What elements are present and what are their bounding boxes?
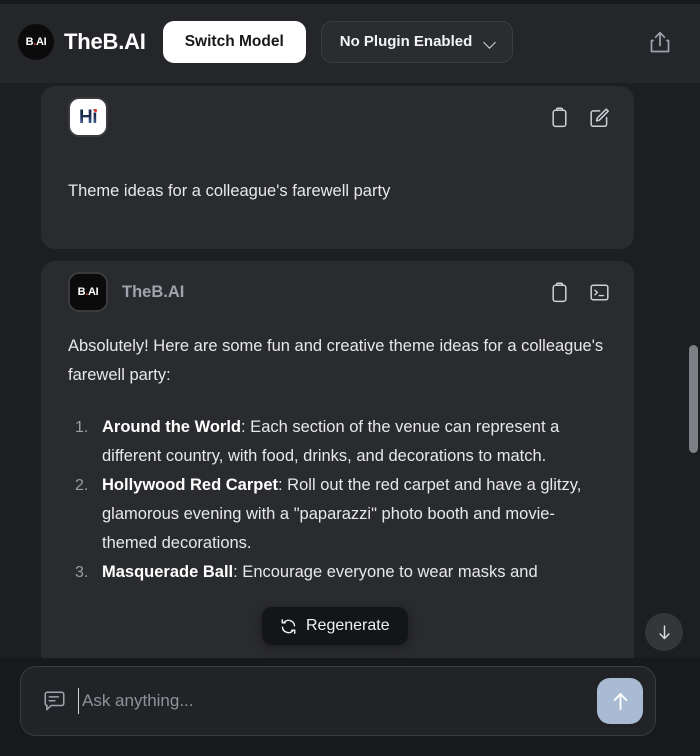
window-top-strip: [0, 0, 700, 4]
user-message-header: Hi: [41, 86, 634, 148]
logo-wordmark: B.AI: [26, 36, 47, 48]
assistant-avatar-wordmark: B.AI: [78, 286, 99, 298]
send-button[interactable]: [597, 678, 643, 724]
copy-user-message-button[interactable]: [546, 104, 572, 130]
list-item-title: Masquerade Ball: [102, 563, 234, 581]
regenerate-button[interactable]: Regenerate: [262, 607, 408, 645]
assistant-message-card: B.AI TheB.AI Absolutely! Here are some f…: [41, 261, 634, 658]
list-item: Hollywood Red Carpet: Roll out the red c…: [75, 471, 607, 558]
avatar-wordmark: Hi: [79, 108, 98, 127]
composer[interactable]: [20, 666, 656, 736]
list-item-title: Hollywood Red Carpet: [102, 476, 279, 494]
list-item-body: : Encourage everyone to wear masks and: [233, 563, 538, 581]
user-message-text: Theme ideas for a colleague's farewell p…: [68, 182, 391, 200]
logo-text-tail: AI: [36, 35, 47, 48]
refresh-regenerate-icon: [281, 618, 296, 634]
assistant-avatar-text-tail: AI: [88, 286, 99, 298]
avatar-accent-dot: [93, 108, 97, 112]
conversation-scrollbar-thumb[interactable]: [689, 345, 698, 453]
plugin-dropdown-label: No Plugin Enabled: [339, 33, 473, 50]
arrow-down-icon: [658, 624, 670, 639]
composer-input-group: [42, 688, 587, 714]
assistant-message-actions: [546, 279, 612, 305]
clipboard-copy-icon: [551, 106, 567, 127]
clipboard-copy-icon: [551, 281, 567, 302]
scroll-to-bottom-button[interactable]: [645, 613, 683, 651]
theb-ai-circle-logo: B.AI: [18, 23, 54, 60]
switch-model-button[interactable]: Switch Model: [162, 20, 306, 63]
list-item: Masquerade Ball: Encourage everyone to w…: [75, 558, 607, 587]
copy-assistant-message-button[interactable]: [546, 279, 572, 305]
pencil-edit-icon: [589, 107, 609, 127]
conversation-scroll-area[interactable]: Hi Theme ideas for a colleague's farewel…: [0, 83, 700, 658]
chevron-down-icon: [484, 38, 497, 46]
plugin-dropdown[interactable]: No Plugin Enabled: [320, 20, 514, 63]
view-source-terminal-button[interactable]: [586, 279, 612, 305]
brand-name: TheB.AI: [64, 28, 146, 54]
search-input[interactable]: [78, 688, 587, 714]
user-message-card: Hi Theme ideas for a colleague's farewel…: [41, 86, 634, 249]
assistant-message-body: Absolutely! Here are some fun and creati…: [41, 332, 634, 587]
arrow-up-icon: [613, 692, 627, 710]
user-message-actions: [546, 104, 612, 130]
share-upload-button[interactable]: [640, 22, 680, 62]
composer-bar: [0, 658, 700, 756]
conversation-scrollbar-track[interactable]: [689, 90, 698, 650]
chat-bubble-icon[interactable]: [42, 689, 67, 714]
theb-ai-square-logo: B.AI: [68, 272, 108, 312]
share-upload-icon: [650, 31, 670, 52]
edit-user-message-button[interactable]: [586, 104, 612, 130]
regenerate-label: Regenerate: [306, 617, 390, 634]
assistant-idea-list: Around the World: Each section of the ve…: [68, 413, 607, 587]
assistant-intro-paragraph: Absolutely! Here are some fun and creati…: [68, 337, 604, 384]
hi-avatar-icon: Hi: [68, 97, 108, 137]
terminal-code-icon: [589, 283, 609, 301]
app-header: B.AI TheB.AI Switch Model No Plugin Enab…: [0, 0, 700, 83]
list-item: Around the World: Each section of the ve…: [75, 413, 607, 471]
assistant-name-label: TheB.AI: [122, 282, 185, 301]
list-item-title: Around the World: [102, 418, 242, 436]
assistant-message-header: B.AI TheB.AI: [41, 261, 634, 323]
